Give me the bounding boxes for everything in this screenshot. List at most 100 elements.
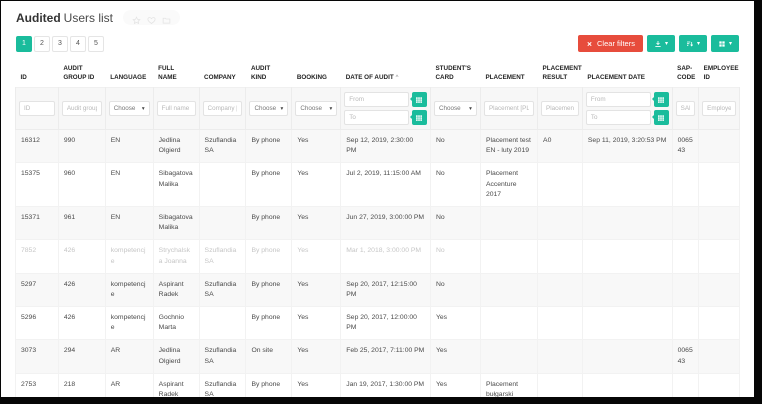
header-row: IDAUDIT GROUP ID LANGUAGE FULL NAMECOMPANY… [16,62,740,88]
table-row[interactable]: 5296426kompetencjeGochnio MartaBy phoneY… [16,307,740,340]
table-cell [699,163,740,207]
table-cell: 294 [58,340,105,373]
chevron-down-icon: ▾ [142,106,145,112]
column-label: AUDIT GROUP ID [63,65,94,81]
table-cell [538,273,583,306]
table-cell: Szuflandia SA [199,240,246,273]
column-header-placement-result[interactable]: PLACEMENT RESULT [538,62,583,88]
table-row[interactable]: 3073294ARJedlina OlgierdSzuflandia SAOn … [16,340,740,373]
column-header-language[interactable]: LANGUAGE [105,62,153,88]
clear-filters-label: Clear filters [597,39,635,48]
filter-select-booking[interactable]: Choose▾ [295,101,337,116]
table-cell: By phone [246,163,292,207]
table-row[interactable]: 5297426kompetencjeAspirant RadekSzufland… [16,273,740,306]
table-row[interactable]: 2753218ARAspirant RadekSzuflandia SABy p… [16,373,740,397]
filter-input-full-name[interactable] [157,101,196,116]
column-header-audit-group-id[interactable]: AUDIT GROUP ID [58,62,105,88]
filter-cell-id [16,88,59,130]
filter-input-company[interactable] [203,101,243,116]
column-header-placement[interactable]: PLACEMENT [480,62,537,88]
table-cell: Aspirant Radek [153,373,199,397]
column-header-company[interactable]: COMPANY [199,62,246,88]
table-row[interactable]: 15375960ENSibagatova MalikaBy phoneYesJu… [16,163,740,207]
column-header-full-name[interactable]: FULL NAME [153,62,199,88]
table-cell [699,273,740,306]
table-cell: Yes [292,373,341,397]
table-cell: 15371 [16,206,59,239]
table-cell: Placement Accenture 2017 [480,163,537,207]
table-cell: By phone [246,307,292,340]
filter-row: Choose▾ Choose▾ Choose▾ Choose▾ [16,88,740,130]
filter-input-audit-group-id[interactable] [62,101,102,116]
column-header-employee-id[interactable]: EMPLOYEE ID [699,62,740,88]
table-cell: Jun 27, 2019, 3:00:00 PM [341,206,431,239]
table-cell: Yes [292,130,341,163]
table-cell: Sep 20, 2017, 12:00:00 PM [341,307,431,340]
table-cell: By phone [246,130,292,163]
table-cell: kompetencje [105,273,153,306]
table-cell [480,206,537,239]
column-header-booking[interactable]: BOOKING [292,62,341,88]
table-cell: Jedlina Olgierd [153,130,199,163]
table-cell: Yes [430,373,480,397]
filter-input-sap-code[interactable] [676,101,696,116]
column-header-date-of-audit[interactable]: DATE OF AUDIT^ [341,62,431,88]
star-button[interactable] [132,13,141,22]
pagination-page-2[interactable]: 2 [34,36,50,52]
filter-input-employee-id[interactable] [702,101,736,116]
table-cell: A0 [538,130,583,163]
table-cell: Mar 1, 2018, 3:00:00 PM [341,240,431,273]
clear-filters-button[interactable]: Clear filters [578,35,643,52]
calendar-button[interactable] [654,92,669,107]
column-header-placement-date[interactable]: PLACEMENT DATE [582,62,672,88]
table-row[interactable]: 16312990ENJedlina OlgierdSzuflandia SABy… [16,130,740,163]
table-cell: Jan 19, 2017, 1:30:00 PM [341,373,431,397]
heart-button[interactable] [147,13,156,22]
filter-select-student-s-card[interactable]: Choose▾ [434,101,477,116]
pagination-page-1[interactable]: 1 [16,36,32,52]
filter-input-placement-result[interactable] [541,101,579,116]
table-cell: No [430,163,480,207]
table-row[interactable]: 7852426kompetencjeStrychalska JoannaSzuf… [16,240,740,273]
sort-button[interactable]: ▾ [679,35,707,52]
column-header-audit-kind[interactable]: AUDIT KIND [246,62,292,88]
table-cell: Strychalska Joanna [153,240,199,273]
table-cell: No [430,240,480,273]
download-button[interactable]: ▾ [647,35,675,52]
filter-input-id[interactable] [19,101,55,116]
folder-button[interactable] [162,13,171,22]
filter-cell-language: Choose▾ [105,88,153,130]
column-header-sap-code[interactable]: SAP-CODE [672,62,699,88]
filter-select-language[interactable]: Choose▾ [109,101,150,116]
filter-cell-full-name [153,88,199,130]
pagination-page-5[interactable]: 5 [88,36,104,52]
filter-select-audit-kind[interactable]: Choose▾ [249,101,288,116]
table-cell: Jul 2, 2019, 11:15:00 AM [341,163,431,207]
table-cell [699,340,740,373]
table-row[interactable]: 15371961ENSibagatova MalikaBy phoneYesJu… [16,206,740,239]
column-header-student-s-card[interactable]: STUDENT'S CARD [430,62,480,88]
filter-date-to-placement-date[interactable] [586,110,651,125]
calendar-button[interactable] [412,110,427,125]
column-label: BOOKING [297,74,327,81]
filter-input-placement[interactable] [484,101,534,116]
table-cell: Szuflandia SA [199,340,246,373]
star-icon [132,13,141,22]
filter-date-from-date-of-audit[interactable] [344,92,409,107]
table-cell: Sibagatova Malika [153,163,199,207]
pagination-page-4[interactable]: 4 [70,36,86,52]
pagination-page-3[interactable]: 3 [52,36,68,52]
calendar-button[interactable] [654,110,669,125]
grid-button[interactable]: ▾ [711,35,739,52]
filter-date-from-placement-date[interactable] [586,92,651,107]
table-cell: 961 [58,206,105,239]
column-label: LANGUAGE [110,74,146,81]
table-cell: Feb 25, 2017, 7:11:00 PM [341,340,431,373]
filter-date-to-date-of-audit[interactable] [344,110,409,125]
table-cell: 15375 [16,163,59,207]
filter-cell-audit-group-id [58,88,105,130]
table-cell: 5297 [16,273,59,306]
filter-cell-date-of-audit [341,88,431,130]
column-header-id[interactable]: ID [16,62,59,88]
calendar-button[interactable] [412,92,427,107]
